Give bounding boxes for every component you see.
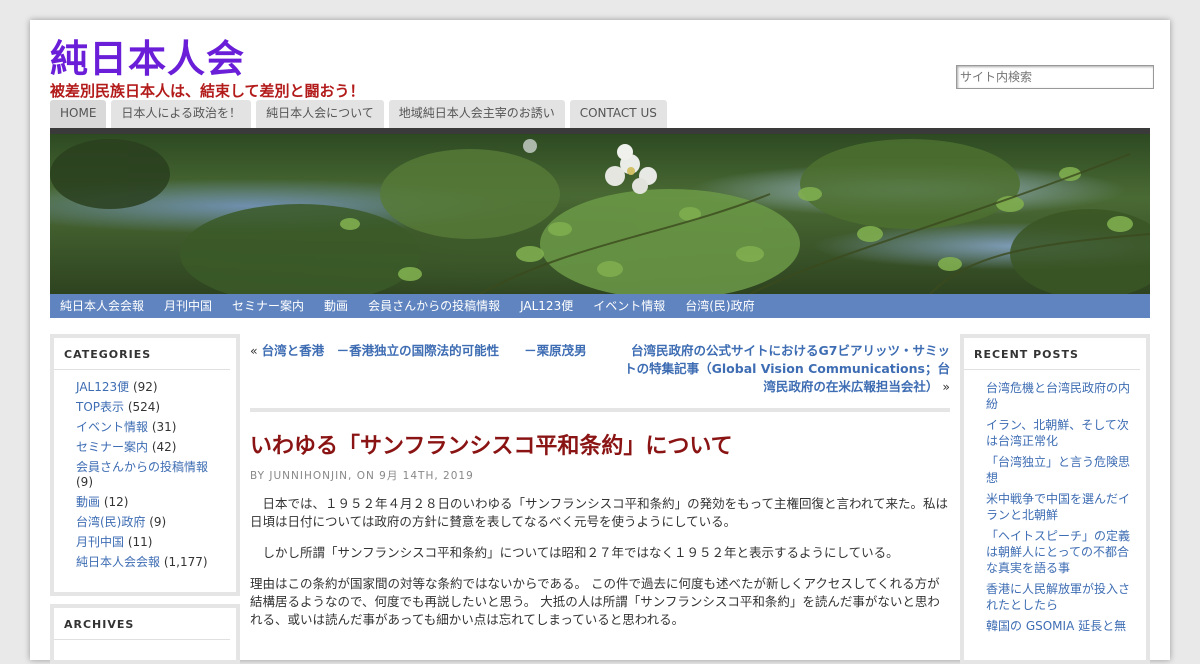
archives-title: ARCHIVES	[54, 608, 230, 640]
post-byline: BY JUNNIHONJIN, ON 9月 14TH, 2019	[250, 470, 474, 482]
category-item: 純日本人会会報 (1,177)	[76, 555, 226, 570]
category-nav-item[interactable]: イベント情報	[583, 294, 675, 318]
post-paragraph: しかし所謂「サンフランシスコ平和条約」については昭和２７年ではなく１９５２年と表…	[250, 545, 899, 560]
category-link[interactable]: 純日本人会会報	[76, 555, 160, 569]
category-count: (1,177)	[163, 555, 208, 569]
next-post-link[interactable]: 台湾民政府の公式サイトにおけるG7ビアリッツ・サミットの特集記事（Global …	[624, 343, 950, 394]
recent-post-item: 台湾危機と台湾民政府の内紛	[986, 380, 1136, 412]
search-input[interactable]	[956, 65, 1154, 89]
recent-posts-list: 台湾危機と台湾民政府の内紛 イラン、北朝鮮、そして次は台湾正常化 「台湾独立」と…	[964, 380, 1146, 634]
category-count: (42)	[151, 440, 177, 454]
category-item: 月刊中国 (11)	[76, 535, 226, 550]
post-paragraph: 理由はこの条約が国家間の対等な条約ではないからである。 この件で過去に何度も述べ…	[250, 576, 940, 627]
category-link[interactable]: 台湾(民)政府	[76, 515, 145, 529]
category-item: 動画 (12)	[76, 495, 226, 510]
page-container: 純日本人会 被差別民族日本人は、結束して差別と闘おう！ HOME 日本人による政…	[30, 20, 1170, 664]
category-nav-item[interactable]: 純日本人会会報	[50, 294, 154, 318]
banner-foliage-graphic	[50, 139, 1150, 294]
category-nav-item[interactable]: 月刊中国	[154, 294, 222, 318]
category-link[interactable]: 月刊中国	[76, 535, 124, 549]
category-count: (11)	[127, 535, 153, 549]
category-item: 会員さんからの投稿情報 (9)	[76, 460, 226, 490]
category-nav-item[interactable]: 動画	[314, 294, 358, 318]
category-nav-item[interactable]: セミナー案内	[222, 294, 314, 318]
category-link[interactable]: 会員さんからの投稿情報	[76, 460, 208, 474]
category-nav-item[interactable]: 会員さんからの投稿情報	[358, 294, 510, 318]
recent-post-link[interactable]: 韓国の GSOMIA 延長と無	[986, 619, 1126, 633]
post-paragraph: 日本では、１９５２年４月２８日のいわゆる「サンフランシスコ平和条約」の発効をもっ…	[250, 496, 949, 529]
category-item: TOP表示 (524)	[76, 400, 226, 415]
recent-posts-title: RECENT POSTS	[964, 338, 1140, 370]
categories-title: CATEGORIES	[54, 338, 230, 370]
post-body: 日本では、１９５２年４月２８日のいわゆる「サンフランシスコ平和条約」の発効をもっ…	[250, 495, 950, 629]
category-nav: 純日本人会会報 月刊中国 セミナー案内 動画 会員さんからの投稿情報 JAL12…	[50, 294, 1150, 322]
previous-post-link[interactable]: 台湾と香港 －香港独立の国際法的可能性 －栗原茂男	[262, 343, 587, 358]
prev-arrow: «	[250, 343, 258, 358]
nav-tab-invitation[interactable]: 地域純日本人会主宰のお誘い	[388, 100, 565, 128]
next-arrow: »	[942, 379, 950, 394]
recent-post-link[interactable]: 「ヘイトスピーチ」の定義は朝鮮人にとっての不都合な真実を語る事	[986, 529, 1130, 575]
nav-tab-contact[interactable]: CONTACT US	[569, 100, 667, 128]
category-link[interactable]: JAL123便	[76, 380, 129, 394]
top-nav: HOME 日本人による政治を！ 純日本人会について 地域純日本人会主宰のお誘い …	[50, 100, 667, 128]
nav-tab-about[interactable]: 純日本人会について	[256, 100, 384, 128]
category-link[interactable]: セミナー案内	[76, 440, 148, 454]
post-navigation: « 台湾と香港 －香港独立の国際法的可能性 －栗原茂男 台湾民政府の公式サイトに…	[250, 338, 950, 402]
categories-list: JAL123便 (92) TOP表示 (524) イベント情報 (31) セミナ…	[54, 380, 236, 570]
post-divider	[250, 408, 950, 412]
recent-post-item: 米中戦争で中国を選んだイランと北朝鮮	[986, 491, 1136, 523]
previous-post: « 台湾と香港 －香港独立の国際法的可能性 －栗原茂男	[250, 342, 590, 360]
recent-post-link[interactable]: イラン、北朝鮮、そして次は台湾正常化	[986, 418, 1129, 448]
recent-post-link[interactable]: 香港に人民解放軍が投入されたとしたら	[986, 582, 1130, 612]
category-count: (92)	[132, 380, 158, 394]
recent-post-item: 韓国の GSOMIA 延長と無	[986, 618, 1136, 634]
categories-widget: CATEGORIES JAL123便 (92) TOP表示 (524) イベント…	[50, 334, 240, 596]
main-content: « 台湾と香港 －香港独立の国際法的可能性 －栗原茂男 台湾民政府の公式サイトに…	[250, 338, 950, 642]
category-nav-item[interactable]: 台湾(民)政府	[675, 294, 764, 318]
recent-post-link[interactable]: 米中戦争で中国を選んだイランと北朝鮮	[986, 492, 1130, 522]
header-banner-image	[50, 134, 1150, 294]
category-count: (9)	[76, 475, 93, 489]
site-title[interactable]: 純日本人会	[50, 36, 245, 82]
category-nav-item[interactable]: JAL123便	[510, 294, 583, 318]
site-description: 被差別民族日本人は、結束して差別と闘おう！	[50, 82, 365, 100]
category-item: イベント情報 (31)	[76, 420, 226, 435]
category-count: (31)	[151, 420, 177, 434]
category-count: (524)	[127, 400, 161, 414]
category-item: セミナー案内 (42)	[76, 440, 226, 455]
recent-post-item: 「台湾独立」と言う危険思想	[986, 454, 1136, 486]
post-title[interactable]: いわゆる「サンフランシスコ平和条約」について	[250, 432, 950, 462]
next-post: 台湾民政府の公式サイトにおけるG7ビアリッツ・サミットの特集記事（Global …	[620, 342, 950, 396]
recent-post-item: イラン、北朝鮮、そして次は台湾正常化	[986, 417, 1136, 449]
nav-tab-politics[interactable]: 日本人による政治を！	[111, 100, 252, 128]
recent-post-link[interactable]: 台湾危機と台湾民政府の内紛	[986, 381, 1130, 411]
recent-post-link[interactable]: 「台湾独立」と言う危険思想	[986, 455, 1130, 485]
category-link[interactable]: 動画	[76, 495, 100, 509]
archives-widget: ARCHIVES	[50, 604, 240, 664]
recent-post-item: 「ヘイトスピーチ」の定義は朝鮮人にとっての不都合な真実を語る事	[986, 528, 1136, 576]
recent-posts-widget: RECENT POSTS 台湾危機と台湾民政府の内紛 イラン、北朝鮮、そして次は…	[960, 334, 1150, 664]
category-link[interactable]: イベント情報	[76, 420, 148, 434]
nav-tab-home[interactable]: HOME	[50, 100, 107, 128]
category-item: JAL123便 (92)	[76, 380, 226, 395]
category-link[interactable]: TOP表示	[76, 400, 124, 414]
recent-post-item: 香港に人民解放軍が投入されたとしたら	[986, 581, 1136, 613]
category-item: 台湾(民)政府 (9)	[76, 515, 226, 530]
category-count: (9)	[149, 515, 167, 529]
category-count: (12)	[103, 495, 129, 509]
